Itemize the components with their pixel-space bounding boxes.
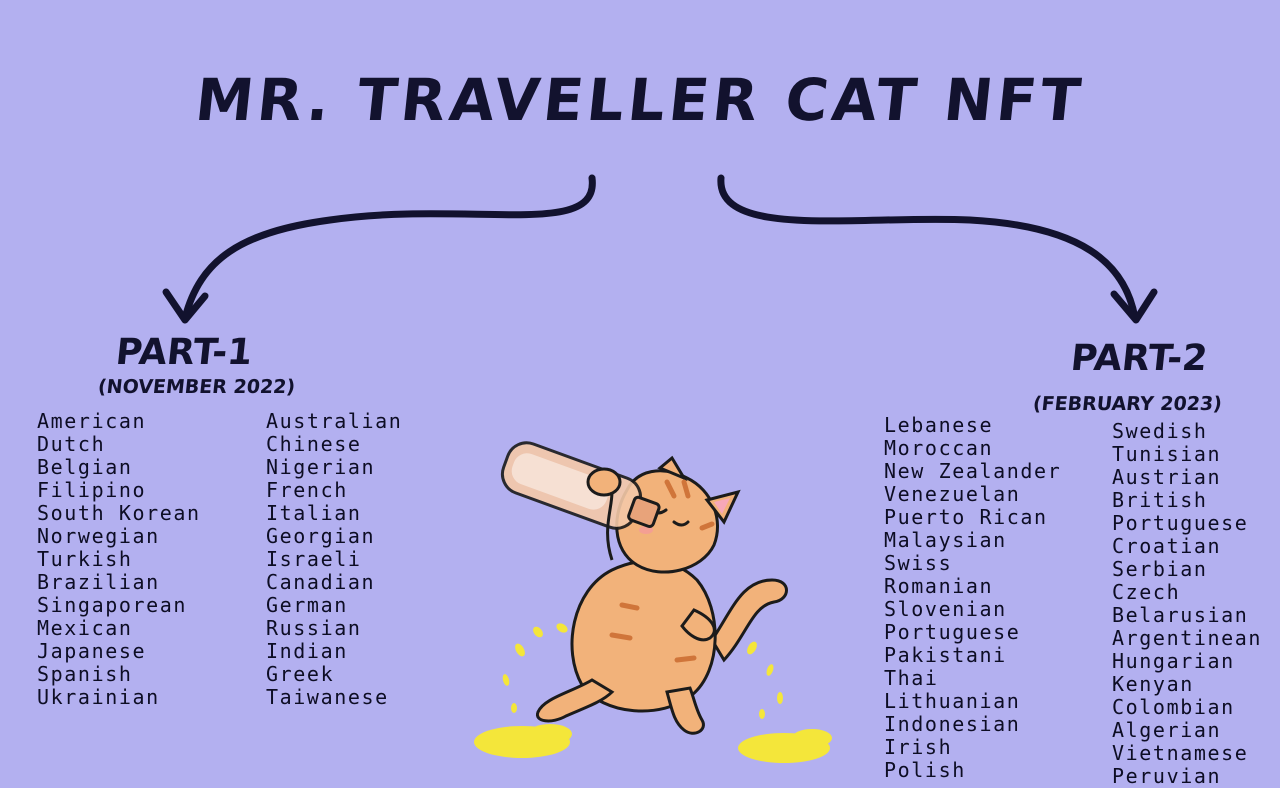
list-item: Belgian xyxy=(37,455,133,479)
list-item: Swedish xyxy=(1112,419,1208,443)
list-item: Filipino xyxy=(37,478,147,502)
list-item: Canadian xyxy=(266,570,376,594)
list-item: Irish xyxy=(884,735,953,759)
list-item: Tunisian xyxy=(1112,442,1222,466)
list-item: Moroccan xyxy=(884,436,994,460)
left-arrow xyxy=(162,174,596,324)
list-item: Greek xyxy=(266,662,335,686)
list-item: Norwegian xyxy=(37,524,160,548)
list-item: Peruvian xyxy=(1112,764,1222,788)
list-item: Slovenian xyxy=(884,597,1007,621)
list-item: Turkish xyxy=(37,547,133,571)
list-item: Singaporean xyxy=(37,593,188,617)
list-item: Venezuelan xyxy=(884,482,1021,506)
list-item: Thai xyxy=(884,666,939,690)
list-item: Japanese xyxy=(37,639,147,663)
list-item: Israeli xyxy=(266,547,362,571)
part1-label: PART-1 xyxy=(113,332,255,373)
list-item: Indian xyxy=(266,639,348,663)
list-item: Portuguese xyxy=(1112,511,1249,535)
list-item: Hungarian xyxy=(1112,649,1235,673)
list-item: Serbian xyxy=(1112,557,1208,581)
list-item: Brazilian xyxy=(37,570,160,594)
list-item: Argentinean xyxy=(1112,626,1263,650)
list-item: Ukrainian xyxy=(37,685,160,709)
list-item: New Zealander xyxy=(884,459,1062,483)
list-item: Pakistani xyxy=(884,643,1007,667)
part2-date: (FEBRUARY 2023) xyxy=(1031,393,1223,415)
list-item: Malaysian xyxy=(884,528,1007,552)
cat-paw xyxy=(586,467,622,497)
list-item: American xyxy=(37,409,147,433)
list-item: Polish xyxy=(884,758,966,782)
list-item: Georgian xyxy=(266,524,376,548)
list-item: Puerto Rican xyxy=(884,505,1048,529)
list-item: Nigerian xyxy=(266,455,376,479)
list-item: Lithuanian xyxy=(884,689,1021,713)
list-item: Chinese xyxy=(266,432,362,456)
part2-label: PART-2 xyxy=(1068,338,1210,379)
cat-left-leg xyxy=(535,678,615,723)
list-item: Russian xyxy=(266,616,362,640)
list-item: Portuguese xyxy=(884,620,1021,644)
list-item: Dutch xyxy=(37,432,106,456)
list-item: Vietnamese xyxy=(1112,741,1249,765)
list-item: Austrian xyxy=(1112,465,1222,489)
list-item: Algerian xyxy=(1112,718,1222,742)
cat-illustration xyxy=(474,441,832,763)
list-item: Kenyan xyxy=(1112,672,1194,696)
list-item: Italian xyxy=(266,501,362,525)
list-item: Spanish xyxy=(37,662,133,686)
list-item: South Korean xyxy=(37,501,201,525)
list-item: Romanian xyxy=(884,574,994,598)
part1-date: (NOVEMBER 2022) xyxy=(96,376,297,398)
list-item: Swiss xyxy=(884,551,953,575)
list-item: Lebanese xyxy=(884,413,994,437)
list-item: Czech xyxy=(1112,580,1181,604)
list-item: British xyxy=(1112,488,1208,512)
list-item: Indonesian xyxy=(884,712,1021,736)
part1-column-2: Australian Chinese Nigerian French Itali… xyxy=(266,410,402,709)
part2-column-1: Lebanese Moroccan New Zealander Venezuel… xyxy=(884,414,1061,782)
list-item: Croatian xyxy=(1112,534,1222,558)
list-item: Mexican xyxy=(37,616,133,640)
cat-right-leg xyxy=(665,686,705,735)
list-item: German xyxy=(266,593,348,617)
list-item: French xyxy=(266,478,348,502)
list-item: Australian xyxy=(266,409,403,433)
right-arrow xyxy=(717,174,1158,324)
list-item: Belarusian xyxy=(1112,603,1249,627)
list-item: Colombian xyxy=(1112,695,1235,719)
list-item: Taiwanese xyxy=(266,685,389,709)
part2-column-2: Swedish Tunisian Austrian British Portug… xyxy=(1112,420,1262,788)
part1-column-1: American Dutch Belgian Filipino South Ko… xyxy=(37,410,201,709)
